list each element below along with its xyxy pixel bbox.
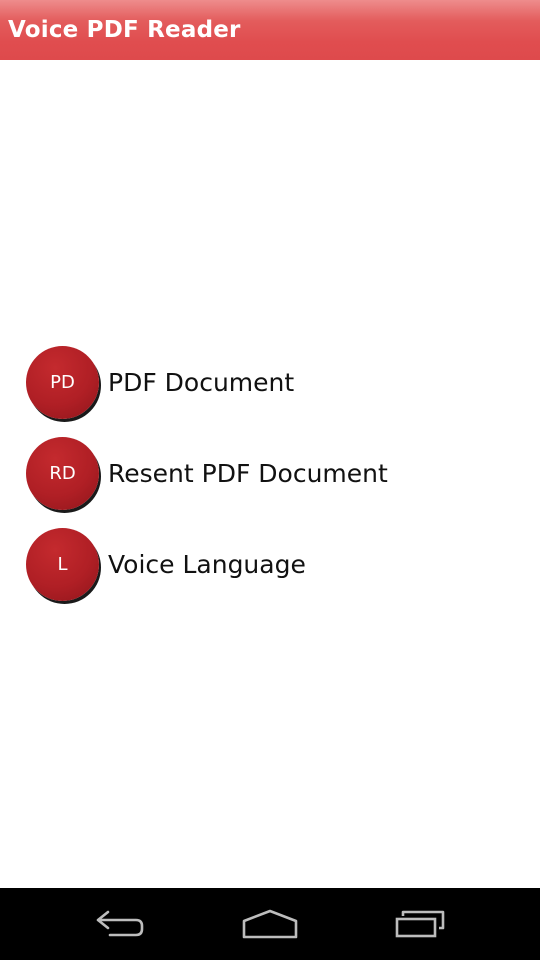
- menu-item-pdf-document[interactable]: PD PDF Document: [26, 345, 526, 419]
- app-screen: Voice PDF Reader PD PDF Document RD Rese…: [0, 0, 540, 960]
- main-menu: PD PDF Document RD Resent PDF Document L…: [26, 345, 526, 618]
- home-icon: [242, 909, 298, 939]
- icon-text: PD: [50, 371, 75, 393]
- menu-item-label: PDF Document: [108, 367, 295, 397]
- menu-item-label: Resent PDF Document: [108, 458, 388, 488]
- recent-apps-icon: [395, 910, 445, 938]
- menu-item-voice-language[interactable]: L Voice Language: [26, 527, 526, 601]
- app-title: Voice PDF Reader: [8, 17, 241, 43]
- menu-item-label: Voice Language: [108, 549, 306, 579]
- back-icon: [96, 910, 144, 937]
- menu-item-recent-pdf-document[interactable]: RD Resent PDF Document: [26, 436, 526, 510]
- back-button[interactable]: [80, 902, 160, 946]
- icon-text: RD: [49, 462, 76, 484]
- voice-language-icon: L: [26, 527, 99, 601]
- icon-text: L: [57, 553, 68, 575]
- system-navigation-bar: [0, 888, 540, 960]
- recent-apps-button[interactable]: [381, 902, 461, 946]
- action-bar: Voice PDF Reader: [0, 0, 540, 60]
- recent-document-icon: RD: [26, 436, 99, 510]
- home-button[interactable]: [230, 902, 310, 946]
- pdf-document-icon: PD: [26, 345, 99, 419]
